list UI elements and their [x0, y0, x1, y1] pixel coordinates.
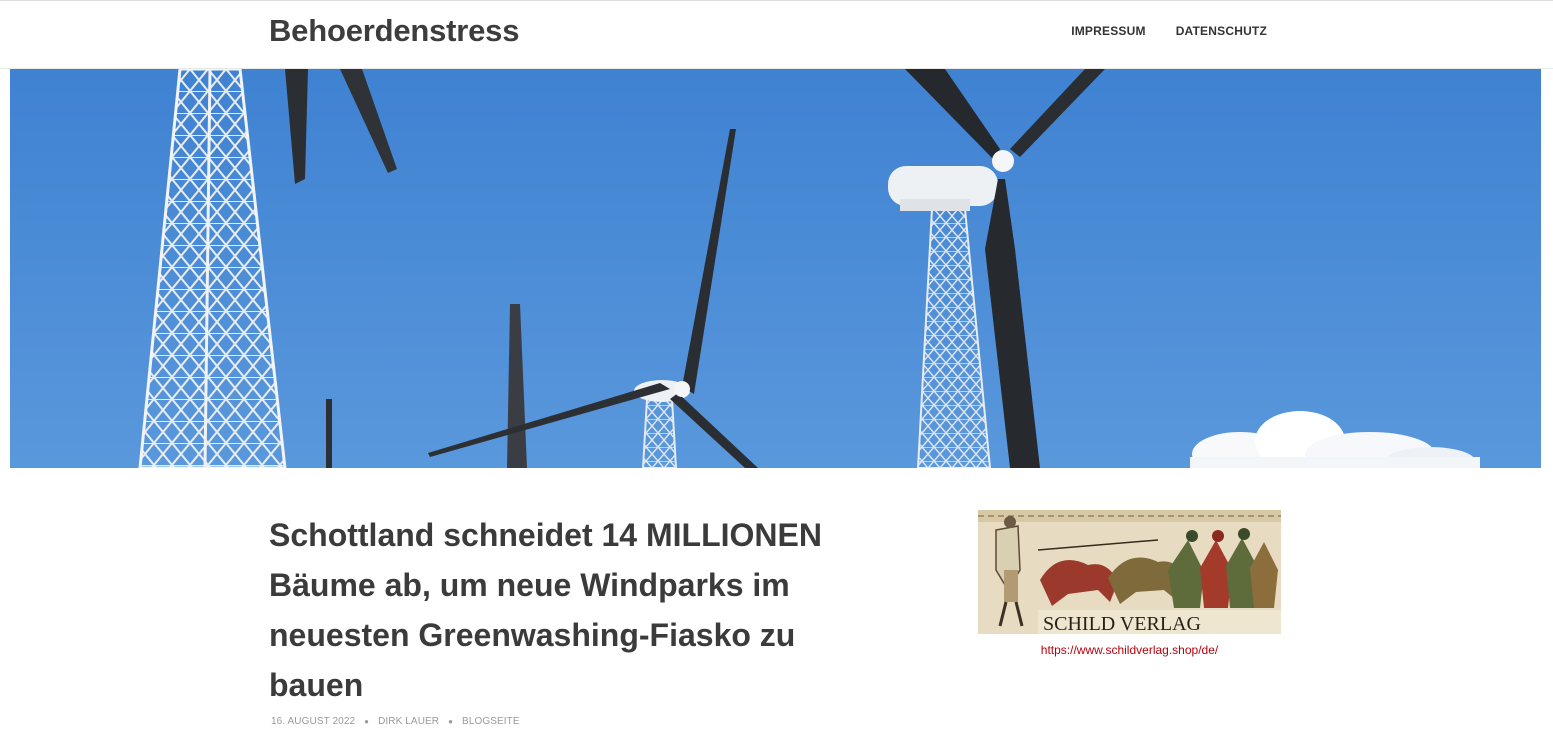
sidebar-ad-link[interactable]: https://www.schildverlag.shop/de/: [978, 643, 1281, 657]
nav-item-datenschutz[interactable]: DATENSCHUTZ: [1176, 24, 1267, 38]
wind-turbines-illustration: [10, 69, 1541, 468]
post-meta: 16. AUGUST 2022 ● DIRK LAUER ● BLOGSEITE: [271, 716, 520, 727]
bayeux-tapestry-banner-image: SCHILD VERLAG: [978, 510, 1281, 634]
post-date-link[interactable]: 16. AUGUST 2022: [271, 716, 355, 727]
post-title[interactable]: Schottland schneidet 14 MILLIONEN Bäume …: [269, 510, 869, 710]
post-category-link[interactable]: BLOGSEITE: [462, 716, 520, 727]
meta-separator-dot: ●: [364, 717, 370, 726]
post-author-link[interactable]: DIRK LAUER: [378, 716, 439, 727]
hero-image-wind-turbines: [10, 69, 1541, 468]
sidebar-ad-banner[interactable]: SCHILD VERLAG: [978, 510, 1281, 634]
site-title-link[interactable]: Behoerdenstress: [269, 13, 519, 49]
site-header: Behoerdenstress IMPRESSUM DATENSCHUTZ: [0, 1, 1553, 69]
scrollbar-track[interactable]: [1541, 69, 1553, 468]
nav-item-impressum[interactable]: IMPRESSUM: [1071, 24, 1145, 38]
main-nav: IMPRESSUM DATENSCHUTZ: [1071, 24, 1267, 38]
ad-banner-text: SCHILD VERLAG: [1043, 613, 1201, 634]
meta-separator-dot: ●: [448, 717, 454, 726]
